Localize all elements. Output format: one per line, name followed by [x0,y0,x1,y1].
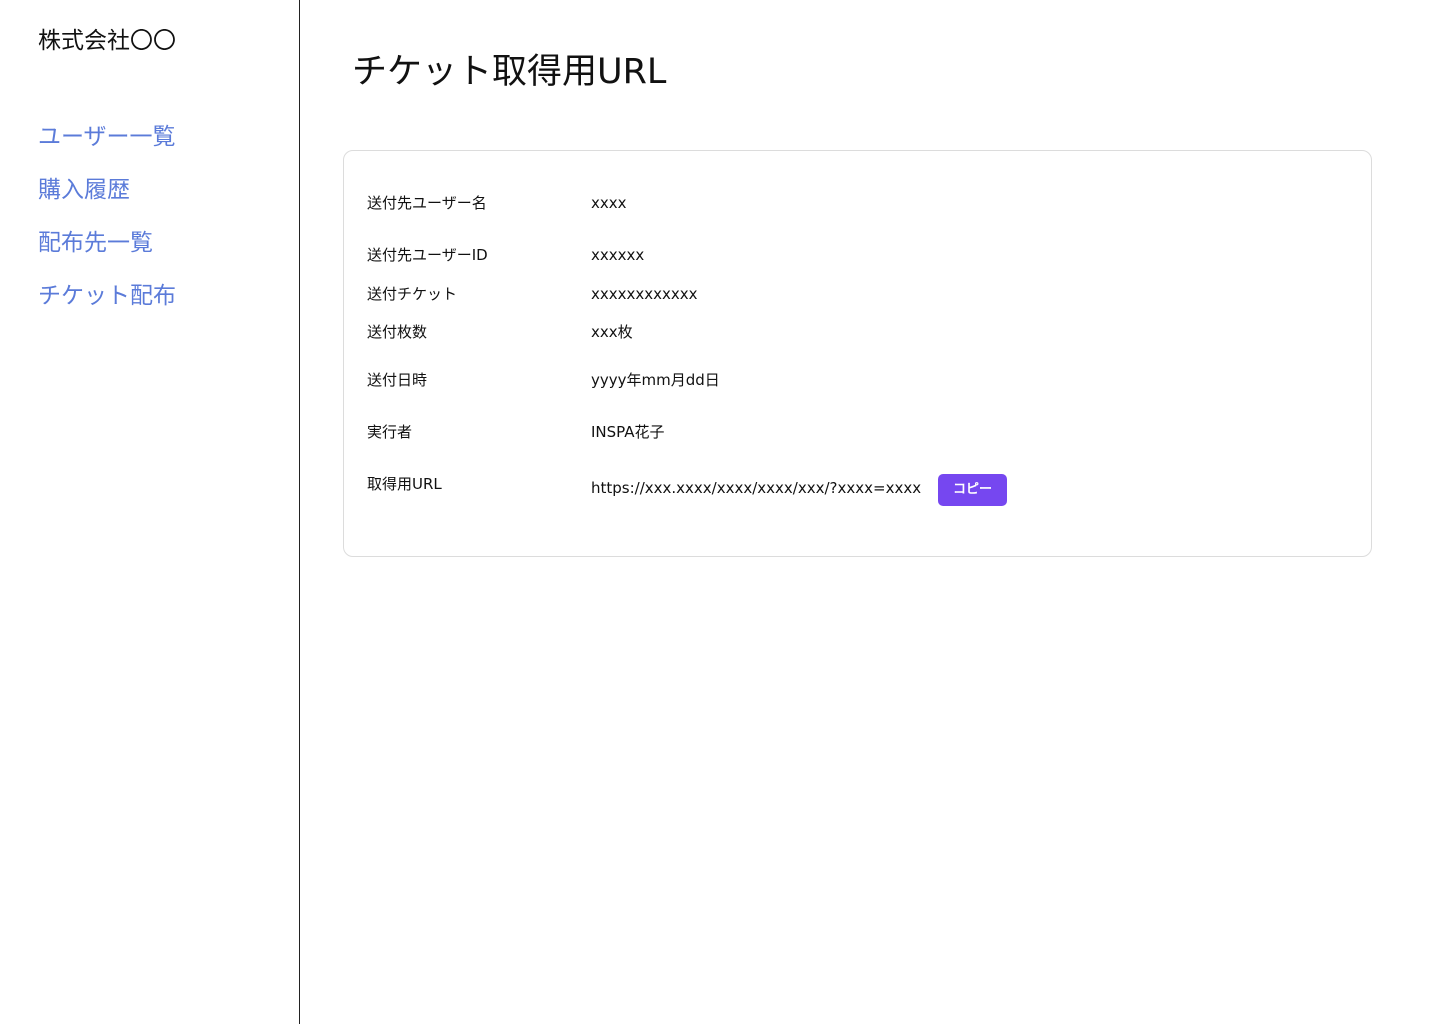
detail-label: 実行者 [367,423,413,441]
ticket-url-details-card: 送付先ユーザー名 xxxx 送付先ユーザーID xxxxxx 送付チケット xx… [343,150,1372,557]
app-root: 株式会社〇〇 ユーザー一覧 購入履歴 配布先一覧 チケット配布 チケット取得用U… [0,0,1440,1024]
sidebar-item-purchase-history[interactable]: 購入履歴 [38,175,176,205]
page-title: チケット取得用URL [352,52,667,92]
detail-value: xxx枚 [591,323,633,341]
detail-value: xxxxxx [591,246,645,264]
ticket-url-value: https://xxx.xxxx/xxxx/xxxx/xxx/?xxxx=xxx… [591,479,922,497]
detail-value: yyyy年mm月dd日 [591,371,720,389]
detail-label: 送付日時 [367,371,428,389]
copy-url-button[interactable]: コピー [938,474,1007,506]
detail-value: xxxx [591,194,627,212]
sidebar-item-users[interactable]: ユーザー一覧 [38,122,176,152]
detail-label: 取得用URL [367,475,442,493]
sidebar-item-recipients[interactable]: 配布先一覧 [38,228,176,258]
detail-value: INSPA花子 [591,423,665,441]
company-name: 株式会社〇〇 [38,28,176,54]
sidebar-item-ticket-distribution[interactable]: チケット配布 [38,281,176,311]
detail-label: 送付先ユーザーID [367,246,488,264]
detail-label: 送付枚数 [367,323,428,341]
detail-label: 送付先ユーザー名 [367,194,487,212]
sidebar: 株式会社〇〇 ユーザー一覧 購入履歴 配布先一覧 チケット配布 [0,0,300,1024]
sidebar-nav: ユーザー一覧 購入履歴 配布先一覧 チケット配布 [38,122,176,334]
detail-label: 送付チケット [367,285,458,303]
detail-value: xxxxxxxxxxxx [591,285,698,303]
